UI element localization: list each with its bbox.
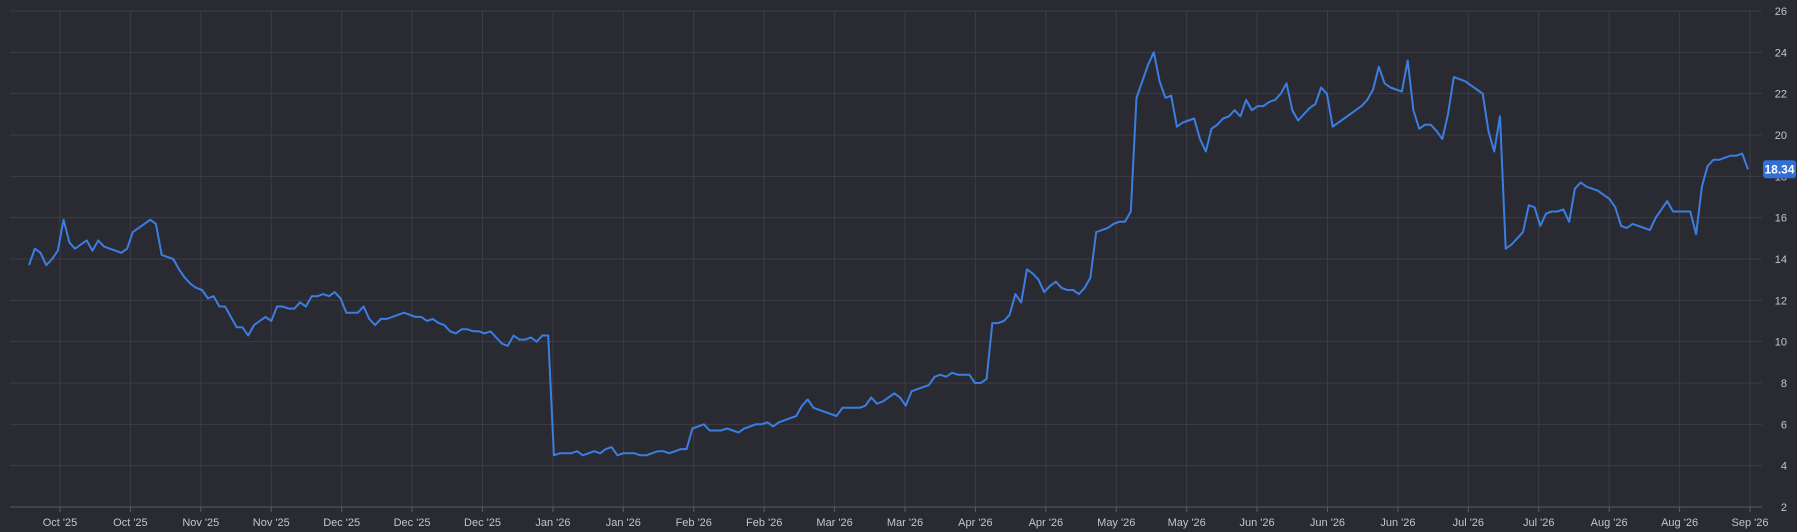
y-tick-label: 12: [1775, 295, 1787, 307]
x-tick-label: Jun '26: [1380, 517, 1415, 529]
series-layer: [28, 51, 1749, 457]
chart-canvas[interactable]: 2468101214161820222426 Oct '25Oct '25Nov…: [0, 0, 1797, 532]
y-tick-label: 8: [1781, 378, 1787, 390]
x-tick-label: Nov '25: [253, 517, 290, 529]
x-tick-label: Jul '26: [1523, 517, 1554, 529]
y-tick-label: 22: [1775, 89, 1787, 101]
y-tick-label: 24: [1775, 47, 1787, 59]
y-axis-tick-labels: 2468101214161820222426: [1775, 6, 1787, 514]
price-chart[interactable]: 2468101214161820222426 Oct '25Oct '25Nov…: [0, 0, 1797, 532]
x-tick-label: May '26: [1097, 517, 1135, 529]
y-tick-label: 2: [1781, 502, 1787, 514]
y-tick-label: 4: [1781, 461, 1787, 473]
x-tick-label: Apr '26: [1029, 517, 1064, 529]
x-tick-label: Jan '26: [606, 517, 641, 529]
x-tick-label: Oct '25: [113, 517, 148, 529]
x-axis-tick-labels: Oct '25 Oct '25 Nov '25 Nov '25 Dec '25 Dec '…: [43, 517, 1769, 529]
x-tick-label: Dec '25: [323, 517, 360, 529]
y-tick-label: 20: [1775, 130, 1787, 142]
x-tick-label: Jul '26: [1453, 517, 1484, 529]
x-tick-label: Mar '26: [887, 517, 923, 529]
last-price-badge: 18.34: [1763, 160, 1796, 179]
price-series-line: [28, 51, 1749, 457]
x-tick-label: Sep '26: [1732, 517, 1769, 529]
x-tick-label: Feb '26: [746, 517, 782, 529]
last-price-label: 18.34: [1764, 162, 1794, 176]
y-tick-label: 14: [1775, 254, 1787, 266]
x-tick-label: Jan '26: [535, 517, 570, 529]
x-tick-label: Apr '26: [958, 517, 993, 529]
axes: [10, 506, 1762, 512]
x-tick-label: Aug '26: [1591, 517, 1628, 529]
x-tick-label: Jun '26: [1310, 517, 1345, 529]
grid-lines: [10, 10, 1762, 507]
y-tick-label: 6: [1781, 419, 1787, 431]
y-tick-label: 26: [1775, 6, 1787, 18]
x-tick-label: Feb '26: [676, 517, 712, 529]
x-tick-label: Aug '26: [1661, 517, 1698, 529]
x-tick-label: Mar '26: [816, 517, 852, 529]
x-tick-label: Dec '25: [464, 517, 501, 529]
x-tick-label: Nov '25: [182, 517, 219, 529]
y-tick-label: 16: [1775, 213, 1787, 225]
x-tick-label: Jun '26: [1240, 517, 1275, 529]
y-tick-label: 10: [1775, 337, 1787, 349]
x-tick-label: May '26: [1168, 517, 1206, 529]
x-tick-label: Oct '25: [43, 517, 78, 529]
x-tick-label: Dec '25: [394, 517, 431, 529]
